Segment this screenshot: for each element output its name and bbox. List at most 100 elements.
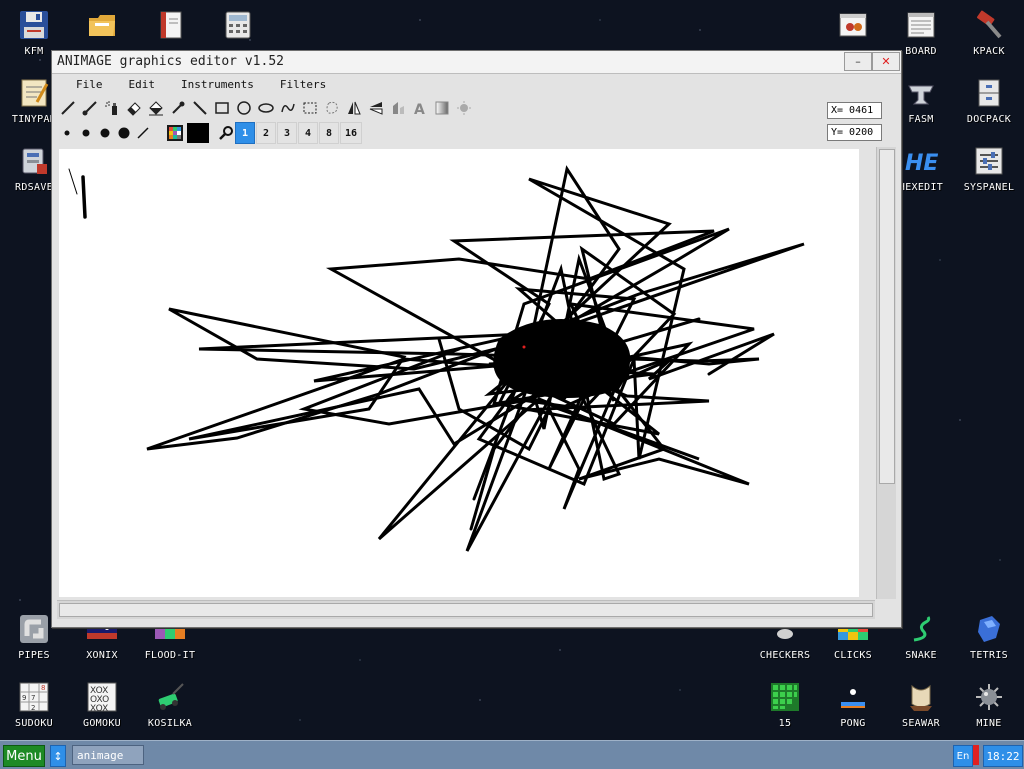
desktop-icon-label: FLOOD-IT: [144, 650, 196, 661]
diagonal-brush-icon[interactable]: [133, 123, 152, 143]
title-bar[interactable]: ANIMAGE graphics editor v1.52 – ✕: [52, 51, 901, 74]
vertical-scrollbar[interactable]: [876, 147, 896, 599]
svg-text:HE: HE: [905, 151, 938, 176]
fill-icon[interactable]: [145, 98, 167, 118]
zoom-icon[interactable]: [217, 123, 235, 143]
start-menu-button[interactable]: Menu: [3, 745, 45, 767]
anvil-icon: [904, 76, 938, 110]
desktop-icon-syspanel[interactable]: SYSPANEL: [955, 144, 1023, 193]
stamp-icon[interactable]: [453, 98, 475, 118]
palette-icon[interactable]: [164, 123, 186, 143]
desktop-icon-seawar[interactable]: SEAWAR: [887, 680, 955, 729]
clock[interactable]: 18:22: [983, 745, 1023, 767]
desktop-icon-pong[interactable]: PONG: [819, 680, 887, 729]
line-icon[interactable]: [189, 98, 211, 118]
svg-text:A: A: [414, 102, 425, 116]
eraser-icon[interactable]: [123, 98, 145, 118]
desktop-icon-label: GOMOKU: [83, 718, 121, 729]
zoom-level-3[interactable]: 3: [277, 122, 297, 144]
menu-instruments[interactable]: Instruments: [173, 78, 262, 91]
rotate-icon[interactable]: [387, 98, 409, 118]
flip-vertical-icon[interactable]: [365, 98, 387, 118]
sliders-icon: [972, 144, 1006, 178]
selection-icon[interactable]: [299, 98, 321, 118]
desktop-icon-label: SNAKE: [905, 650, 937, 661]
tetris-icon: [972, 612, 1006, 646]
drawing-canvas[interactable]: [59, 149, 859, 597]
menu-filters[interactable]: Filters: [272, 78, 334, 91]
current-color-swatch[interactable]: [187, 123, 209, 143]
zoom-level-1[interactable]: 1: [235, 122, 255, 144]
desktop-icon-label: SUDOKU: [15, 718, 53, 729]
zoom-level-2[interactable]: 2: [256, 122, 276, 144]
desktop-icon-label: MINE: [976, 718, 1002, 729]
ellipse-icon[interactable]: [255, 98, 277, 118]
desktop-icon-label: XONIX: [86, 650, 118, 661]
desktop-icon-label: PIPES: [18, 650, 50, 661]
desktop-icon-gomoku[interactable]: XOX OXO XOX GOMOKU: [68, 680, 136, 729]
lasso-icon[interactable]: [321, 98, 343, 118]
gradient-icon[interactable]: [431, 98, 453, 118]
tools-toolbar: A: [57, 97, 475, 119]
flip-horizontal-icon[interactable]: [343, 98, 365, 118]
horizontal-scrollbar[interactable]: [57, 600, 875, 619]
cabinet-icon: [972, 76, 1006, 110]
menu-bar: File Edit Instruments Filters: [52, 74, 901, 94]
close-button[interactable]: ✕: [872, 52, 900, 71]
zoom-level-16[interactable]: 16: [340, 122, 362, 144]
text-icon[interactable]: A: [409, 98, 431, 118]
desktop-icon-fifteen[interactable]: 15: [751, 680, 819, 729]
svg-text:9: 9: [22, 694, 26, 702]
brush-icon[interactable]: [79, 98, 101, 118]
circle-icon[interactable]: [233, 98, 255, 118]
desktop-icon-label: CLICKS: [834, 650, 872, 661]
taskbar-item-animage[interactable]: animage: [72, 745, 144, 765]
window-title: ANIMAGE graphics editor v1.52: [57, 54, 284, 69]
desktop-icon-kpack[interactable]: KPACK: [955, 8, 1023, 57]
menu-file[interactable]: File: [68, 78, 111, 91]
desktop-icon-label: DOCPACK: [966, 114, 1012, 125]
desktop-icon-book[interactable]: [136, 8, 204, 42]
taskbar: Menu ↕ animage En 18:22: [0, 740, 1024, 769]
desktop-icon-label: 15: [778, 718, 792, 729]
language-indicator[interactable]: En: [953, 745, 973, 767]
rectangle-icon[interactable]: [211, 98, 233, 118]
large-dot-icon[interactable]: [95, 123, 114, 143]
desktop-icon-tetris[interactable]: TETRIS: [955, 612, 1023, 661]
desktop-icon-label: SEAWAR: [902, 718, 940, 729]
coord-x-readout: X= 0461: [827, 102, 882, 119]
zoom-level-4[interactable]: 4: [298, 122, 318, 144]
desktop-icon-kosilka[interactable]: KOSILKA: [136, 680, 204, 729]
zoom-level-8[interactable]: 8: [319, 122, 339, 144]
medium-dot-icon[interactable]: [76, 123, 95, 143]
spray-icon[interactable]: [101, 98, 123, 118]
desktop-icon-sudoku[interactable]: 8 97 2 SUDOKU: [0, 680, 68, 729]
snake-icon: [904, 612, 938, 646]
small-dot-icon[interactable]: [57, 123, 76, 143]
svg-text:8: 8: [41, 684, 45, 692]
desktop-icon-bug[interactable]: [819, 8, 887, 42]
desktop-icon-label: TETRIS: [970, 650, 1008, 661]
task-switch-button[interactable]: ↕: [50, 745, 66, 767]
xlarge-dot-icon[interactable]: [114, 123, 133, 143]
desktop-icon-mine[interactable]: MINE: [955, 680, 1023, 729]
minimize-button[interactable]: –: [844, 52, 872, 71]
desktop-icon-calculator[interactable]: [204, 8, 272, 42]
canvas-drawing: [68, 165, 805, 552]
desktop-icon-docpack[interactable]: DOCPACK: [955, 76, 1023, 125]
pong-icon: [836, 680, 870, 714]
pencil-icon[interactable]: [57, 98, 79, 118]
desktop-icon-label: SYSPANEL: [963, 182, 1015, 193]
horizontal-scrollbar-thumb[interactable]: [59, 603, 873, 617]
pipette-icon[interactable]: [167, 98, 189, 118]
desktop-icon-label: CHECKERS: [759, 650, 811, 661]
svg-text:7: 7: [31, 694, 35, 702]
menu-edit[interactable]: Edit: [121, 78, 164, 91]
gomoku-icon: XOX OXO XOX: [85, 680, 119, 714]
desktop-icon-folder[interactable]: [68, 8, 136, 42]
desktop-icon-label: KOSILKA: [147, 718, 193, 729]
vertical-scrollbar-thumb[interactable]: [879, 149, 895, 484]
curve-icon[interactable]: [277, 98, 299, 118]
bug-window-icon: [836, 8, 870, 42]
pipes-icon: [17, 612, 51, 646]
